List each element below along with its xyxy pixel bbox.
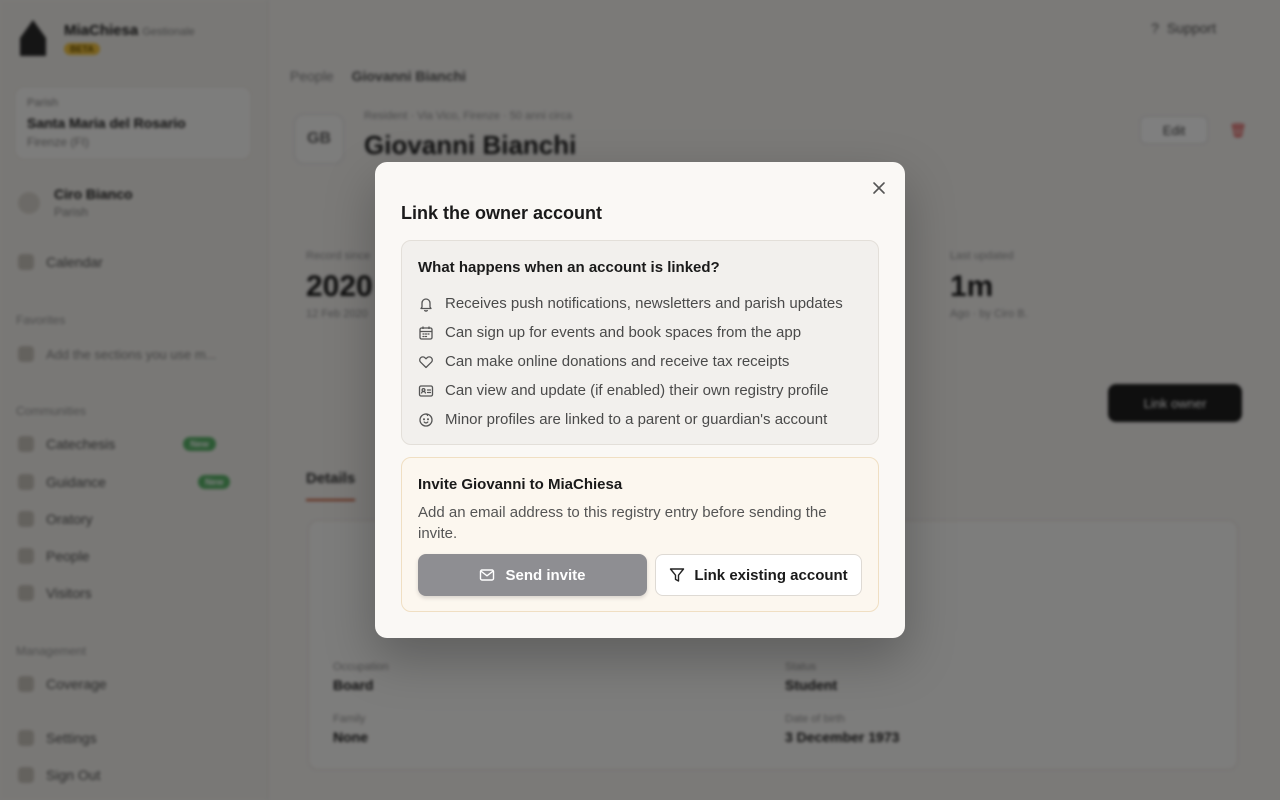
calendar-icon xyxy=(419,326,433,340)
filter-icon xyxy=(670,568,685,582)
list-item-text: Can sign up for events and book spaces f… xyxy=(445,324,802,341)
close-icon xyxy=(873,182,885,194)
close-button[interactable] xyxy=(869,178,889,198)
invite-description: Add an email address to this registry en… xyxy=(418,504,827,542)
id-card-icon xyxy=(418,384,434,397)
heart-icon xyxy=(419,355,433,368)
mail-icon xyxy=(480,569,495,581)
baby-icon xyxy=(419,412,433,427)
list-item: Can sign up for events and book spaces f… xyxy=(418,318,862,347)
list-item-text: Receives push notifications, newsletters… xyxy=(445,295,843,312)
link-existing-label: Link existing account xyxy=(694,566,848,584)
list-item: Receives push notifications, newsletters… xyxy=(418,289,862,318)
benefit-list: Receives push notifications, newsletters… xyxy=(418,289,862,434)
list-item-text: Can view and update (if enabled) their o… xyxy=(445,382,829,399)
list-item-text: Can make online donations and receive ta… xyxy=(445,353,790,370)
list-item-text: Minor profiles are linked to a parent or… xyxy=(445,411,828,428)
list-item: Can make online donations and receive ta… xyxy=(418,347,862,376)
send-invite-label: Send invite xyxy=(505,566,586,584)
send-invite-button[interactable]: Send invite xyxy=(418,554,647,596)
link-existing-account-button[interactable]: Link existing account xyxy=(655,554,862,596)
list-item: Can view and update (if enabled) their o… xyxy=(418,376,862,405)
link-owner-dialog: Link the owner account What happens when… xyxy=(375,162,905,638)
invite-section: Invite Giovanni to MiaChiesa Add an emai… xyxy=(401,457,879,612)
dialog-title: Link the owner account xyxy=(401,203,603,223)
list-item: Minor profiles are linked to a parent or… xyxy=(418,405,862,434)
linked-account-info: What happens when an account is linked? … xyxy=(401,240,879,445)
info-title: What happens when an account is linked? xyxy=(418,259,720,276)
bell-icon xyxy=(420,297,432,312)
invite-title: Invite Giovanni to MiaChiesa xyxy=(418,476,623,493)
